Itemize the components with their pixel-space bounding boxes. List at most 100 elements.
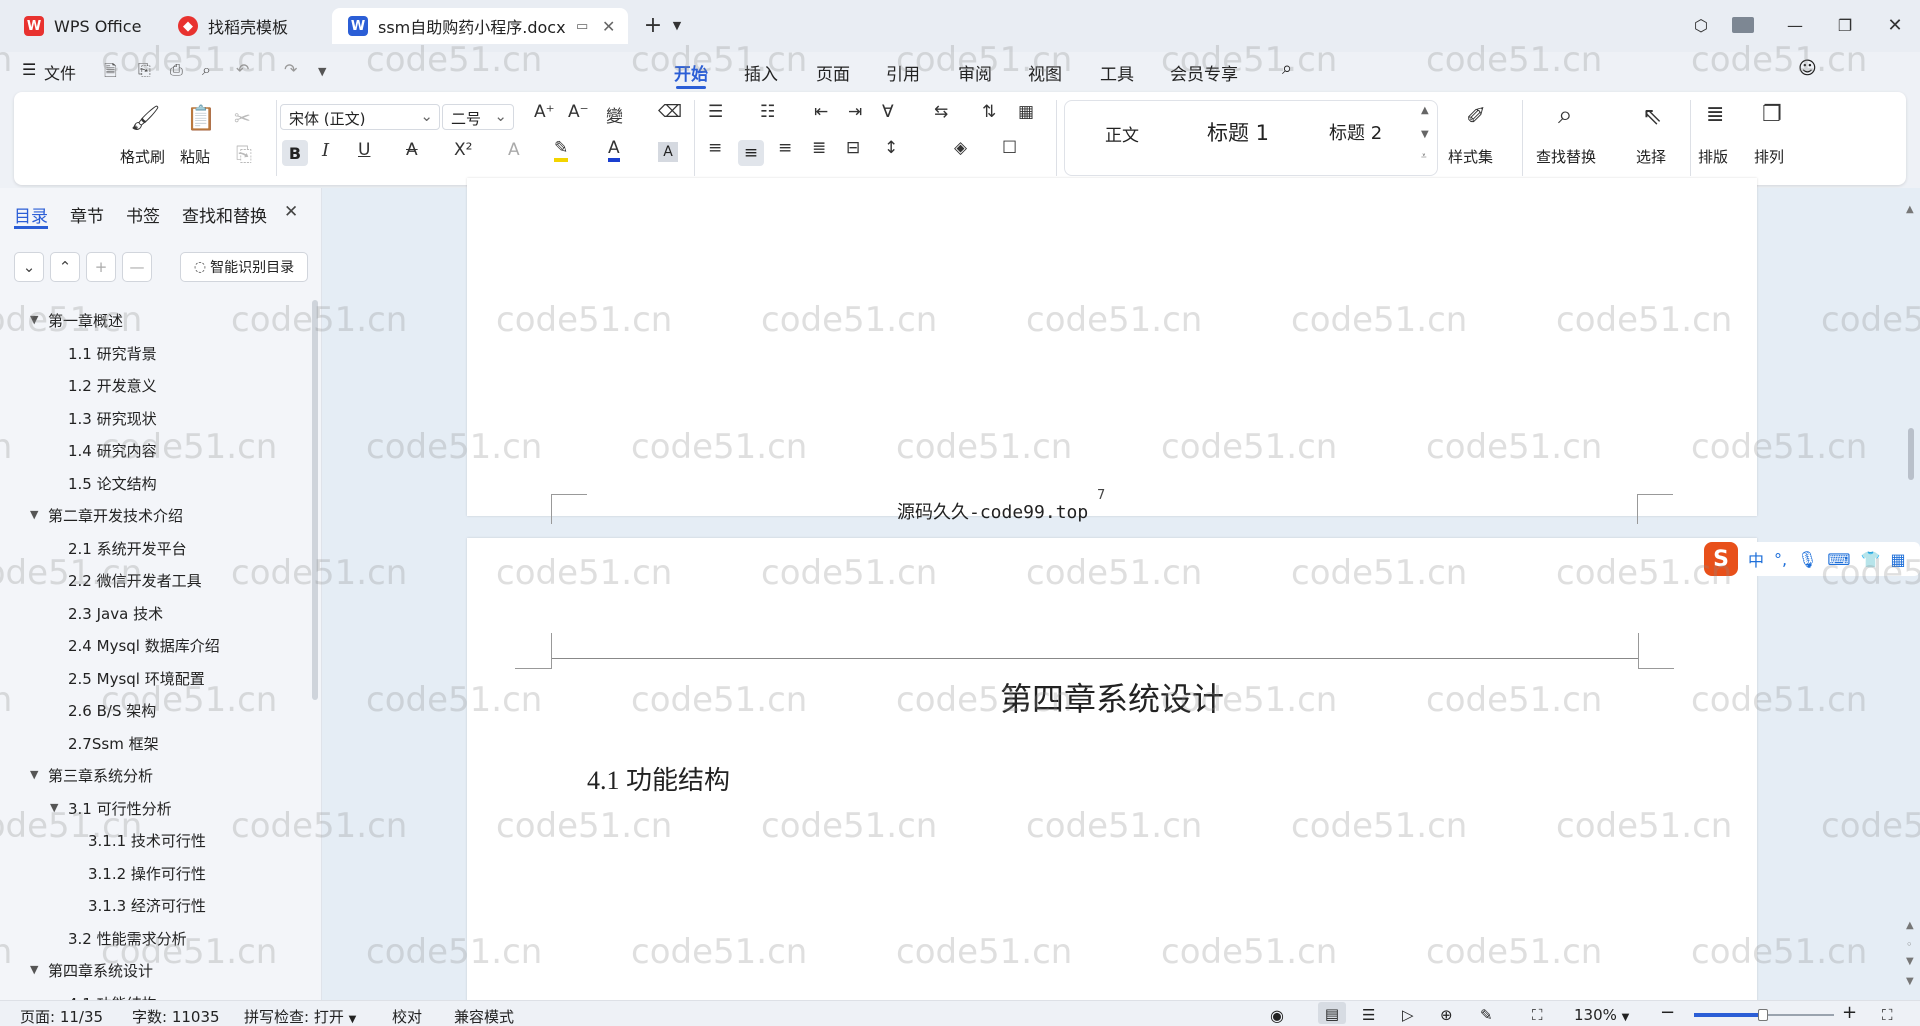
scroll-up-icon[interactable]: ▲ xyxy=(1906,204,1914,215)
sort-icon[interactable]: ⇅ xyxy=(982,102,996,122)
toolbox-icon[interactable]: ▦ xyxy=(1890,550,1905,569)
scroll-down-icon[interactable]: ▼ xyxy=(1906,976,1914,987)
toc-item[interactable]: 1.2 开发意义 xyxy=(68,375,157,396)
toc-item[interactable]: 第一章概述 xyxy=(48,310,123,331)
style-set-button[interactable]: 样式集 xyxy=(1448,146,1493,167)
tab-wps-office[interactable]: W WPS Office xyxy=(8,8,154,44)
style-normal[interactable]: 正文 xyxy=(1105,121,1139,146)
hamburger-icon[interactable]: ☰ xyxy=(22,60,36,79)
screen-icon[interactable]: ▭ xyxy=(576,19,588,34)
chat-icon[interactable]: ☺ xyxy=(1798,58,1817,79)
tab-document[interactable]: W ssm自助购药小程序.docx ▭ ✕ xyxy=(332,8,628,44)
clear-format-icon[interactable]: ⌫ xyxy=(658,102,682,122)
pen-icon[interactable]: ✎ xyxy=(1480,1006,1493,1024)
align-center-icon[interactable]: ≡ xyxy=(738,140,764,166)
file-menu[interactable]: 文件 xyxy=(44,60,76,84)
format-painter-button[interactable]: 格式刷 xyxy=(120,146,165,167)
distribute-icon[interactable]: ⊟ xyxy=(846,138,860,158)
char-shading-icon[interactable]: A xyxy=(658,142,678,162)
chevron-down-icon[interactable]: ▼ xyxy=(1421,129,1429,140)
highlight-icon[interactable]: ✎ xyxy=(554,138,569,162)
increase-indent-icon[interactable]: ⇥ xyxy=(848,102,862,122)
format-painter-icon[interactable]: 🖌 xyxy=(130,104,160,132)
menu-tools[interactable]: 工具 xyxy=(1100,60,1134,85)
toc-item[interactable]: 第三章系统分析 xyxy=(48,765,153,786)
spell-check-toggle[interactable]: 拼写检查: 打开 ▼ xyxy=(244,1006,356,1026)
bullet-list-icon[interactable]: ☰ xyxy=(708,102,723,122)
strikethrough-icon[interactable]: A xyxy=(406,140,418,160)
toc-item[interactable]: 2.5 Mysql 环境配置 xyxy=(68,668,205,689)
find-icon[interactable]: ⌕ xyxy=(1558,100,1573,131)
chevron-down-icon[interactable]: ▼ xyxy=(318,65,326,78)
decrease-indent-icon[interactable]: ⇤ xyxy=(814,102,828,122)
toc-item[interactable]: 1.5 论文结构 xyxy=(68,473,157,494)
collapse-caret-icon[interactable]: ▼ xyxy=(30,508,38,521)
select-button[interactable]: 选择 xyxy=(1636,146,1666,167)
menu-member[interactable]: 会员专享 xyxy=(1170,60,1238,85)
italic-icon[interactable]: I xyxy=(322,140,329,161)
punctuation-icon[interactable]: °, xyxy=(1774,550,1787,569)
cut-icon[interactable]: ✂ xyxy=(234,106,251,130)
phonetic-icon[interactable]: 變 xyxy=(606,102,623,127)
font-size-select[interactable]: 二号 ⌄ xyxy=(442,104,514,130)
toc-item[interactable]: 2.4 Mysql 数据库介绍 xyxy=(68,635,220,656)
font-name-select[interactable]: 宋体 (正文) ⌄ xyxy=(280,104,440,130)
proofread-button[interactable]: 校对 xyxy=(392,1006,422,1026)
grow-font-icon[interactable]: A⁺ xyxy=(534,102,555,122)
paste-icon[interactable]: 📋 xyxy=(186,104,216,132)
toc-item[interactable]: 2.7Ssm 框架 xyxy=(68,733,159,754)
menu-view[interactable]: 视图 xyxy=(1028,60,1062,85)
zoom-in-icon[interactable]: + xyxy=(1842,1002,1857,1023)
sogou-ime-icon[interactable]: S xyxy=(1704,542,1738,576)
numbered-list-icon[interactable]: ☷ xyxy=(760,102,775,122)
text-direction-icon[interactable]: Ɐ xyxy=(882,102,894,122)
nav-tab-find-replace[interactable]: 查找和替换 xyxy=(182,202,267,227)
microphone-icon[interactable]: 🎙 xyxy=(1797,550,1817,569)
align-right-icon[interactable]: ≡ xyxy=(778,138,792,158)
bold-icon[interactable]: B xyxy=(282,140,308,166)
tab-docer[interactable]: ◆ 找稻壳模板 xyxy=(162,8,324,44)
collapse-caret-icon[interactable]: ▼ xyxy=(30,768,38,781)
style-heading-1[interactable]: 标题 1 xyxy=(1207,117,1269,147)
close-tab-icon[interactable]: ✕ xyxy=(602,17,615,36)
menu-reference[interactable]: 引用 xyxy=(886,60,920,85)
add-heading-icon[interactable]: + xyxy=(86,252,116,282)
fit-page-icon[interactable]: ⛶ xyxy=(1532,1006,1543,1024)
text-effect-icon[interactable]: A xyxy=(508,140,520,160)
toc-item[interactable]: 1.1 研究背景 xyxy=(68,343,157,364)
justify-icon[interactable]: ≣ xyxy=(812,138,826,158)
minimize-icon[interactable]: — xyxy=(1780,12,1810,38)
nav-tab-bookmarks[interactable]: 书签 xyxy=(126,202,160,227)
cube-icon[interactable]: ⬡ xyxy=(1686,12,1716,38)
fullscreen-icon[interactable]: ⛶ xyxy=(1882,1006,1893,1024)
shading-icon[interactable]: ◈ xyxy=(954,138,967,158)
export-icon[interactable]: ⎘ xyxy=(138,60,151,80)
toc-item[interactable]: 3.2 性能需求分析 xyxy=(68,928,187,949)
collapse-caret-icon[interactable]: ▼ xyxy=(50,801,58,814)
toc-item[interactable]: 3.1.2 操作可行性 xyxy=(88,863,206,884)
table-border-icon[interactable]: ▦ xyxy=(1018,102,1034,122)
border-icon[interactable]: ☐ xyxy=(1002,138,1017,158)
arrange-button[interactable]: 排列 xyxy=(1754,146,1784,167)
page-jump-icon[interactable]: ◦ xyxy=(1906,938,1913,951)
chevron-up-icon[interactable]: ▲ xyxy=(1421,105,1429,116)
undo-icon[interactable]: ↶ xyxy=(236,60,249,79)
convert-icon[interactable]: ⇆ xyxy=(934,102,948,122)
line-spacing-icon[interactable]: ↕ xyxy=(884,138,898,158)
eye-icon[interactable]: ◉ xyxy=(1270,1006,1284,1025)
keyboard-icon[interactable]: ⌨ xyxy=(1827,550,1850,569)
layout-button[interactable]: 排版 xyxy=(1698,146,1728,167)
web-view-icon[interactable]: ⊕ xyxy=(1440,1006,1453,1024)
print-preview-icon[interactable]: ⌕ xyxy=(202,60,211,80)
avatar[interactable] xyxy=(1728,12,1758,38)
paste-button[interactable]: 粘贴 xyxy=(180,146,210,167)
toc-item[interactable]: 3.1 可行性分析 xyxy=(68,798,172,819)
menu-review[interactable]: 审阅 xyxy=(958,60,992,85)
find-replace-button[interactable]: 查找替换 xyxy=(1536,146,1596,167)
arrange-icon[interactable]: ❐ xyxy=(1762,102,1782,127)
redo-icon[interactable]: ↷ xyxy=(284,60,297,79)
collapse-caret-icon[interactable]: ▼ xyxy=(30,313,38,326)
outline-view-icon[interactable]: ☰ xyxy=(1362,1006,1375,1024)
ime-mode-toggle[interactable]: 中 xyxy=(1748,547,1764,571)
smart-toc-button[interactable]: ◌ 智能识别目录 xyxy=(180,252,308,282)
